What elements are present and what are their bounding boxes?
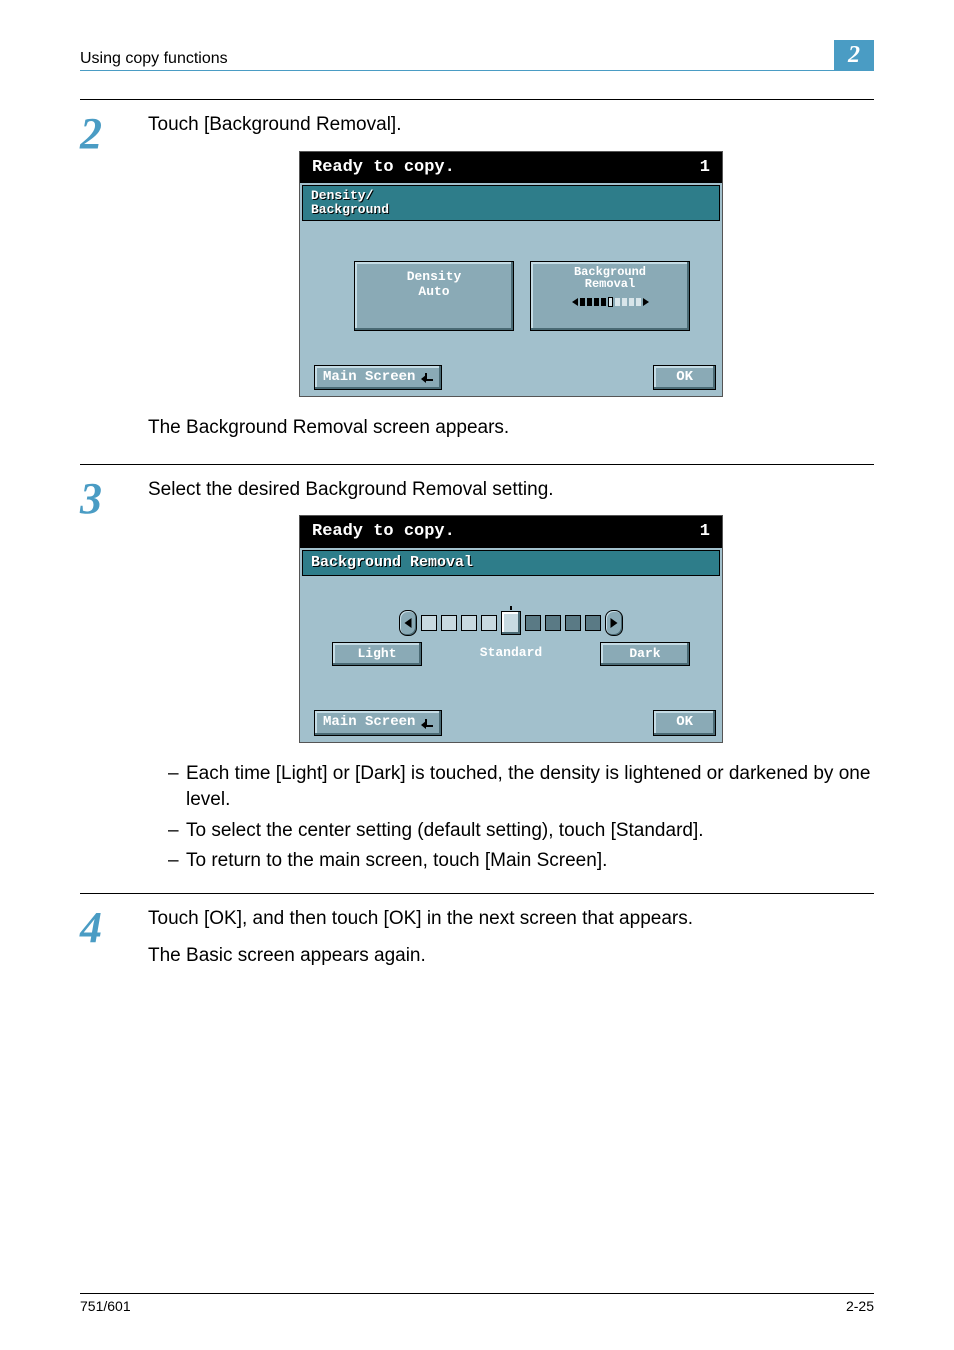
step-instruction: Touch [OK], and then touch [OK] in the n…: [148, 906, 874, 933]
page-header: Using copy functions 2: [80, 40, 874, 71]
step-number: 4: [80, 902, 148, 979]
return-icon: [423, 717, 433, 729]
background-removal-button[interactable]: Background Removal: [530, 261, 690, 331]
density-tick: [525, 615, 541, 631]
step-notes: Each time [Light] or [Dark] is touched, …: [148, 761, 874, 875]
density-lighter-arrow[interactable]: [399, 610, 417, 636]
density-tick: [545, 615, 561, 631]
density-value: Auto: [355, 285, 513, 300]
status-bar: Ready to copy. 1: [300, 516, 722, 548]
copy-count: 1: [700, 156, 710, 180]
density-indicator: [531, 297, 689, 307]
tab-background-removal[interactable]: Background Removal: [302, 550, 720, 576]
density-slider: [302, 576, 720, 636]
step-instruction: Touch [Background Removal].: [148, 112, 874, 139]
status-bar: Ready to copy. 1: [300, 152, 722, 184]
density-tick: [421, 615, 437, 631]
note-item: Each time [Light] or [Dark] is touched, …: [168, 761, 874, 814]
density-center-tick: [501, 611, 521, 635]
density-darker-arrow[interactable]: [605, 610, 623, 636]
density-tick: [481, 615, 497, 631]
density-tick: [441, 615, 457, 631]
step-instruction: Select the desired Background Removal se…: [148, 477, 874, 504]
status-text: Ready to copy.: [312, 156, 455, 180]
main-screen-button[interactable]: Main Screen: [314, 710, 442, 736]
step-3: 3 Select the desired Background Removal …: [80, 464, 874, 881]
density-label: Density: [355, 270, 513, 285]
density-tick: [565, 615, 581, 631]
step-result: The Basic screen appears again.: [148, 943, 874, 970]
main-screen-label: Main Screen: [323, 368, 415, 388]
step-number: 3: [80, 473, 148, 881]
chapter-badge: 2: [834, 40, 874, 70]
page-number: 2-25: [846, 1298, 874, 1314]
density-tick: [461, 615, 477, 631]
main-screen-label: Main Screen: [323, 713, 415, 733]
ok-button[interactable]: OK: [653, 710, 716, 736]
step-4: 4 Touch [OK], and then touch [OK] in the…: [80, 893, 874, 979]
note-item: To select the center setting (default se…: [168, 818, 874, 845]
lcd-background-removal: Ready to copy. 1 Background Removal: [299, 515, 723, 742]
step-result: The Background Removal screen appears.: [148, 415, 874, 442]
standard-button[interactable]: Standard: [480, 642, 542, 666]
page-footer: 751/601 2-25: [80, 1293, 874, 1314]
tab-density-background[interactable]: Density/ Background: [302, 185, 720, 220]
density-button[interactable]: Density Auto: [354, 261, 514, 331]
light-button[interactable]: Light: [332, 642, 422, 666]
dark-button[interactable]: Dark: [600, 642, 690, 666]
copy-count: 1: [700, 520, 710, 544]
step-2: 2 Touch [Background Removal]. Ready to c…: [80, 99, 874, 452]
density-tick: [585, 615, 601, 631]
ok-button[interactable]: OK: [653, 365, 716, 391]
note-item: To return to the main screen, touch [Mai…: [168, 848, 874, 875]
status-text: Ready to copy.: [312, 520, 455, 544]
return-icon: [423, 371, 433, 383]
main-screen-button[interactable]: Main Screen: [314, 365, 442, 391]
step-number: 2: [80, 108, 148, 452]
model-number: 751/601: [80, 1298, 131, 1314]
lcd-density-background: Ready to copy. 1 Density/ Background Den…: [299, 151, 723, 398]
bgremoval-label: Background Removal: [531, 266, 689, 291]
section-title: Using copy functions: [80, 50, 228, 68]
